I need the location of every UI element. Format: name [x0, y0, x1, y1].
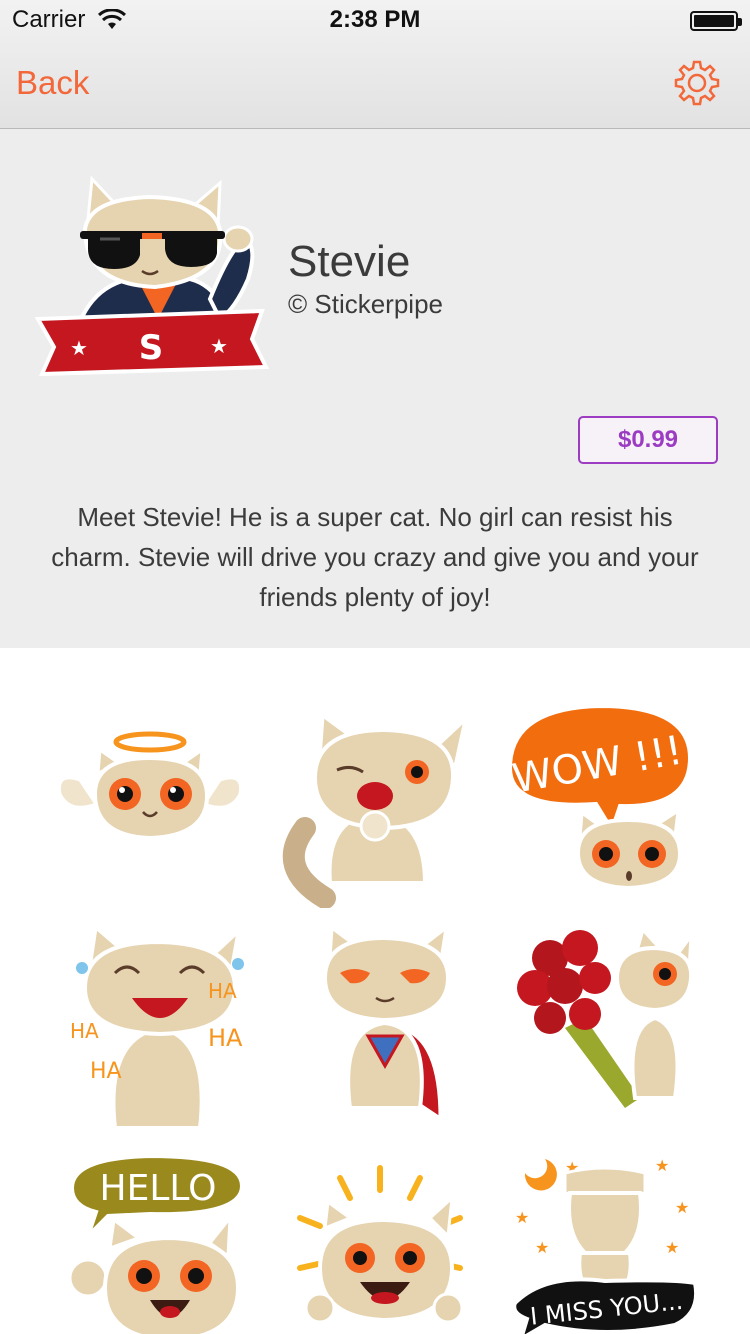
gear-icon[interactable] — [674, 60, 720, 106]
battery-icon — [690, 11, 742, 31]
pack-description: Meet Stevie! He is a super cat. No girl … — [51, 502, 699, 612]
pack-info-panel: S ★ ★ Stevie © Stickerpipe $0.99 Meet St… — [0, 129, 750, 648]
sticker-super-cat[interactable] — [290, 928, 490, 1128]
svg-text:★: ★ — [665, 1238, 679, 1257]
sticker-laughing-cat[interactable]: HA HA HA HA — [60, 928, 260, 1128]
svg-text:★: ★ — [515, 1208, 529, 1227]
svg-text:★: ★ — [535, 1238, 549, 1257]
pack-artist: © Stickerpipe — [288, 289, 443, 319]
sticker-angel-cat[interactable] — [50, 708, 250, 908]
svg-text:★: ★ — [210, 334, 228, 358]
sticker-giggle-cat[interactable] — [275, 708, 475, 908]
svg-text:★: ★ — [675, 1198, 689, 1217]
svg-text:HELLO: HELLO — [100, 1168, 217, 1209]
pack-title: Stevie — [288, 237, 411, 286]
clock: 2:38 PM — [329, 6, 421, 33]
svg-text:HA: HA — [208, 1024, 243, 1052]
status-bar: Carrier 2:38 PM — [0, 0, 750, 40]
sticker-excited-cat[interactable] — [280, 1158, 480, 1334]
banner-letter: S — [139, 328, 164, 368]
sticker-flowers-cat[interactable] — [505, 918, 705, 1118]
pack-cover-image: S ★ ★ — [34, 175, 270, 377]
sticker-wow-cat[interactable]: WOW !!! — [500, 698, 700, 898]
svg-text:HA: HA — [208, 979, 237, 1003]
sticker-grid: WOW !!! HA HA HA HA HELLO ★ ★ ★ ★ ★ ★ I … — [0, 648, 750, 1334]
buy-button[interactable]: $0.99 — [578, 416, 718, 464]
svg-text:★: ★ — [70, 336, 88, 360]
svg-text:HA: HA — [90, 1059, 122, 1084]
back-button[interactable]: Back — [16, 64, 89, 102]
sticker-miss-you-cat[interactable]: ★ ★★ ★★★ I MISS YOU... — [505, 1153, 705, 1334]
sticker-hello-cat[interactable]: HELLO — [60, 1148, 260, 1334]
navigation-bar: Carrier 2:38 PM Back — [0, 0, 750, 129]
svg-text:★: ★ — [655, 1156, 669, 1175]
svg-text:HA: HA — [70, 1019, 99, 1043]
